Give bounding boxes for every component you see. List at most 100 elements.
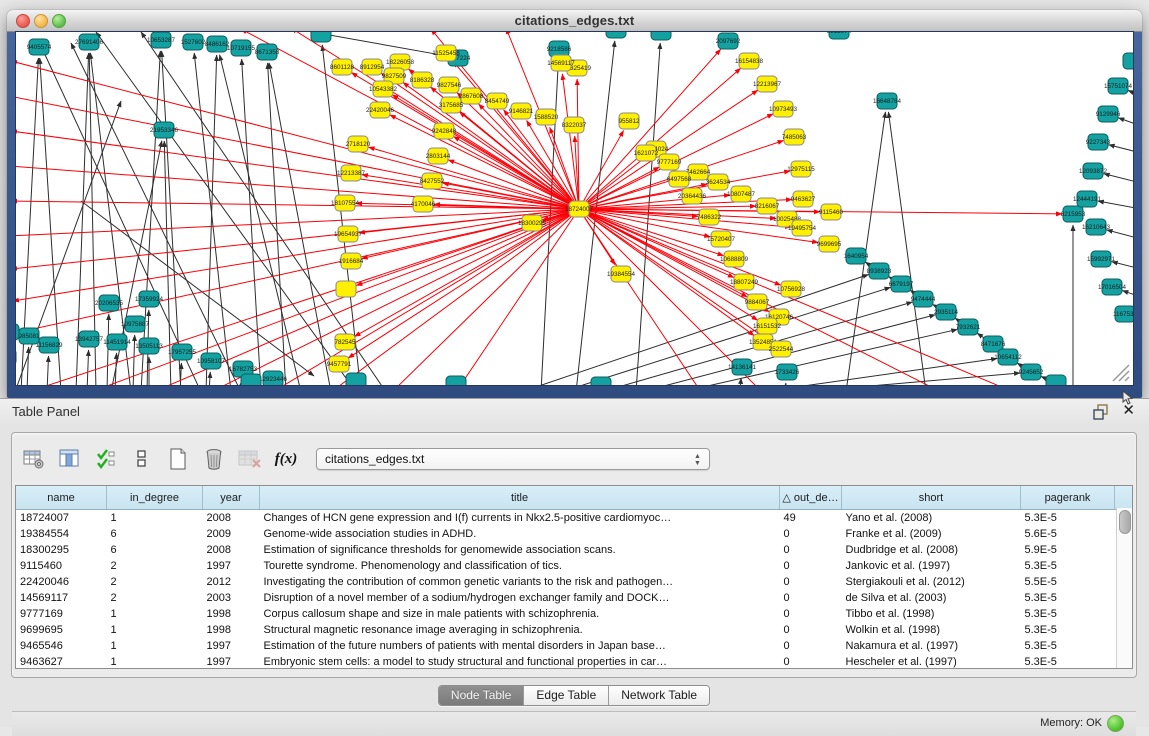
- column-header-out_de[interactable]: △ out_de…: [780, 486, 842, 510]
- table-cell[interactable]: 0: [780, 654, 842, 669]
- table-cell[interactable]: Dudbridge et al. (2008): [842, 542, 1021, 558]
- table-cell[interactable]: 1: [107, 638, 203, 654]
- table-cell[interactable]: 9465546: [16, 638, 107, 654]
- table-cell[interactable]: 0: [780, 590, 842, 606]
- table-cell[interactable]: 5.3E-5: [1021, 622, 1115, 638]
- table-cell[interactable]: 1: [107, 606, 203, 622]
- graph-node[interactable]: [336, 281, 356, 297]
- table-cell[interactable]: 2: [107, 590, 203, 606]
- column-header-title[interactable]: title: [260, 486, 780, 510]
- table-cell[interactable]: 6: [107, 542, 203, 558]
- table-cell[interactable]: Changes of HCN gene expression and I(f) …: [260, 510, 780, 527]
- table-cell[interactable]: Estimation of the future numbers of pati…: [260, 638, 780, 654]
- table-row[interactable]: 1872400712008Changes of HCN gene express…: [16, 510, 1133, 527]
- show-columns-icon[interactable]: [58, 447, 82, 471]
- scrollbar-thumb[interactable]: [1119, 510, 1131, 534]
- table-cell[interactable]: 5.5E-5: [1021, 574, 1115, 590]
- table-row[interactable]: 969969511998Structural magnetic resonanc…: [16, 622, 1133, 638]
- graph-node[interactable]: [1046, 375, 1066, 386]
- table-cell[interactable]: 0: [780, 606, 842, 622]
- table-cell[interactable]: 0: [780, 574, 842, 590]
- table-row[interactable]: 911546021997Tourette syndrome. Phenomeno…: [16, 558, 1133, 574]
- table-cell[interactable]: 2003: [203, 590, 260, 606]
- graph-node[interactable]: [651, 32, 671, 40]
- network-window[interactable]: citations_edges.txt 18724007940557427691…: [7, 10, 1142, 398]
- table-cell[interactable]: 0: [780, 542, 842, 558]
- table-cell[interactable]: 1997: [203, 654, 260, 669]
- new-column-icon[interactable]: [166, 447, 190, 471]
- graph-node[interactable]: [446, 376, 466, 386]
- table-cell[interactable]: 1997: [203, 638, 260, 654]
- row-height-icon[interactable]: [130, 447, 154, 471]
- attribute-table[interactable]: namein_degreeyeartitle△ out_de…shortpage…: [15, 485, 1133, 669]
- table-cell[interactable]: 1998: [203, 622, 260, 638]
- table-cell[interactable]: 9699695: [16, 622, 107, 638]
- graph-node[interactable]: [241, 374, 261, 386]
- table-row[interactable]: 1938455462009Genome-wide association stu…: [16, 526, 1133, 542]
- float-window-icon[interactable]: [1093, 404, 1109, 420]
- table-cell[interactable]: 1997: [203, 558, 260, 574]
- table-cell[interactable]: 14569117: [16, 590, 107, 606]
- table-cell[interactable]: Genome-wide association studies in ADHD.: [260, 526, 780, 542]
- graph-node[interactable]: [16, 324, 19, 340]
- table-cell[interactable]: 18724007: [16, 510, 107, 527]
- table-row[interactable]: 1456911722003Disruption of a novel membe…: [16, 590, 1133, 606]
- table-cell[interactable]: 1: [107, 622, 203, 638]
- graph-node[interactable]: [591, 377, 611, 386]
- table-cell[interactable]: 5.3E-5: [1021, 654, 1115, 669]
- tab-network-table[interactable]: Network Table: [609, 686, 709, 705]
- vertical-scrollbar[interactable]: [1116, 508, 1132, 668]
- table-cell[interactable]: 2012: [203, 574, 260, 590]
- table-cell[interactable]: 2: [107, 558, 203, 574]
- table-cell[interactable]: Investigating the contribution of common…: [260, 574, 780, 590]
- table-row[interactable]: 1830029562008Estimation of significance …: [16, 542, 1133, 558]
- table-cell[interactable]: Hescheler et al. (1997): [842, 654, 1021, 669]
- table-cell[interactable]: Yano et al. (2008): [842, 510, 1021, 527]
- window-titlebar[interactable]: citations_edges.txt: [7, 10, 1142, 32]
- table-cell[interactable]: Corpus callosum shape and size in male p…: [260, 606, 780, 622]
- column-header-year[interactable]: year: [203, 486, 260, 510]
- table-cell[interactable]: 2008: [203, 542, 260, 558]
- graph-node[interactable]: [311, 32, 331, 42]
- table-cell[interactable]: 19384554: [16, 526, 107, 542]
- function-builder-icon[interactable]: f(x): [274, 447, 298, 471]
- graph-node[interactable]: [1123, 53, 1134, 69]
- table-cell[interactable]: 5.9E-5: [1021, 542, 1115, 558]
- column-header-short[interactable]: short: [842, 486, 1021, 510]
- table-row[interactable]: 2242004622012Investigating the contribut…: [16, 574, 1133, 590]
- graph-node[interactable]: [606, 32, 626, 38]
- select-rows-icon[interactable]: [94, 447, 118, 471]
- table-cell[interactable]: 1: [107, 654, 203, 669]
- table-cell[interactable]: 9115460: [16, 558, 107, 574]
- column-header-pagerank[interactable]: pagerank: [1021, 486, 1115, 510]
- table-cell[interactable]: 5.3E-5: [1021, 638, 1115, 654]
- table-cell[interactable]: Tibbo et al. (1998): [842, 606, 1021, 622]
- table-cell[interactable]: 9777169: [16, 606, 107, 622]
- table-row[interactable]: 977716911998Corpus callosum shape and si…: [16, 606, 1133, 622]
- network-canvas[interactable]: 1872400794055742769140610653287152760284…: [15, 31, 1134, 386]
- table-cell[interactable]: 2: [107, 574, 203, 590]
- table-row[interactable]: 946362711997Embryonic stem cells: a mode…: [16, 654, 1133, 669]
- table-cell[interactable]: 18300295: [16, 542, 107, 558]
- table-cell[interactable]: 49: [780, 510, 842, 527]
- table-cell[interactable]: 6: [107, 526, 203, 542]
- table-cell[interactable]: 0: [780, 638, 842, 654]
- resize-grip-icon[interactable]: [1109, 361, 1131, 383]
- table-cell[interactable]: 5.3E-5: [1021, 558, 1115, 574]
- tab-node-table[interactable]: Node Table: [439, 686, 525, 705]
- table-cell[interactable]: Nakamura et al. (1997): [842, 638, 1021, 654]
- table-cell[interactable]: 1998: [203, 606, 260, 622]
- table-cell[interactable]: Tourette syndrome. Phenomenology and cla…: [260, 558, 780, 574]
- table-cell[interactable]: Stergiakouli et al. (2012): [842, 574, 1021, 590]
- table-row[interactable]: 946554611997Estimation of the future num…: [16, 638, 1133, 654]
- table-cell[interactable]: Disruption of a novel member of a sodium…: [260, 590, 780, 606]
- column-header-name[interactable]: name: [16, 486, 107, 510]
- column-header-in_degree[interactable]: in_degree: [107, 486, 203, 510]
- table-cell[interactable]: 1: [107, 510, 203, 527]
- table-cell[interactable]: 5.3E-5: [1021, 510, 1115, 527]
- table-cell[interactable]: 0: [780, 558, 842, 574]
- table-cell[interactable]: Embryonic stem cells: a model to study s…: [260, 654, 780, 669]
- table-cell[interactable]: 5.3E-5: [1021, 590, 1115, 606]
- table-cell[interactable]: Franke et al. (2009): [842, 526, 1021, 542]
- table-cell[interactable]: 0: [780, 526, 842, 542]
